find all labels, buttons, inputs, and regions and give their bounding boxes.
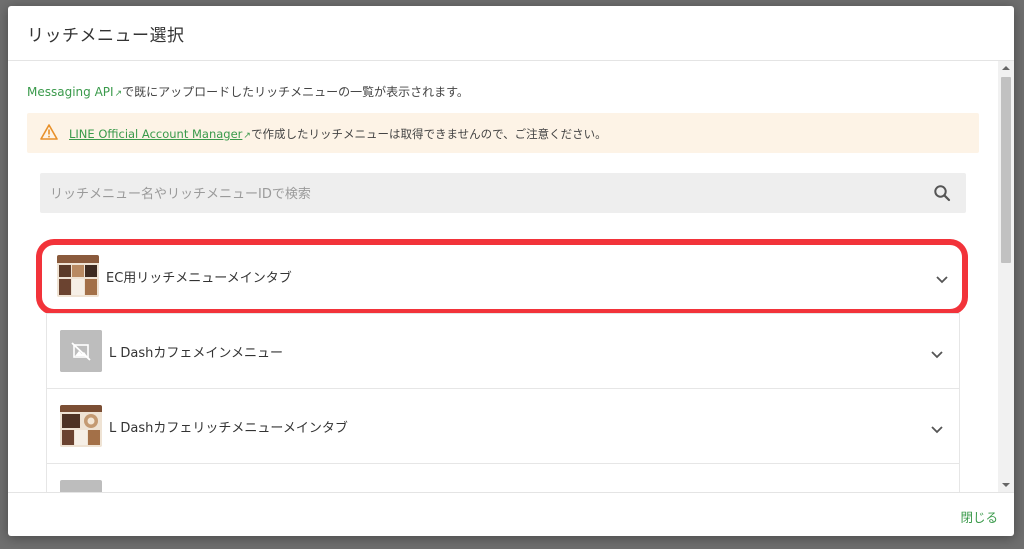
rich-menu-item[interactable]: EC用リッチメニューメインタブ [36, 239, 968, 315]
scrollbar-thumb[interactable] [1001, 77, 1011, 263]
intro-description: で既にアップロードしたリッチメニューの一覧が表示されます。 [122, 85, 469, 99]
rich-menu-item[interactable]: L Dashカフェメインメニュー [46, 313, 960, 389]
dialog-title: リッチメニュー選択 [27, 26, 185, 46]
dialog-header: リッチメニュー選択 [8, 6, 1014, 61]
intro-text: Messaging API↗で既にアップロードしたリッチメニューの一覧が表示され… [27, 83, 469, 100]
rich-menu-label: EC用リッチメニューメインタブ [106, 271, 292, 286]
chevron-down-icon[interactable] [936, 269, 948, 288]
rich-menu-label: L Dashカフェリッチメニューメインタブ [109, 421, 348, 436]
dialog-body: Messaging API↗で既にアップロードしたリッチメニューの一覧が表示され… [8, 61, 998, 492]
rich-menu-thumbnail [60, 405, 102, 447]
warning-banner: LINE Official Account Manager↗で作成したリッチメニ… [27, 113, 979, 153]
search-box [40, 173, 966, 215]
dialog-footer: 閉じる [8, 492, 1014, 536]
warning-icon [40, 124, 58, 144]
rich-menu-select-dialog: リッチメニュー選択 Messaging API↗で既にアップロードしたリッチメニ… [8, 6, 1014, 536]
scroll-down-arrow-icon[interactable] [1002, 483, 1010, 487]
search-input[interactable] [48, 173, 922, 215]
official-account-manager-link[interactable]: LINE Official Account Manager [69, 127, 242, 141]
rich-menu-thumbnail [60, 480, 102, 492]
rich-menu-label: L Dashカフェメインメニュー [109, 346, 283, 361]
external-link-icon: ↗ [243, 131, 251, 141]
chevron-down-icon[interactable] [931, 419, 943, 438]
scrollbar[interactable] [998, 61, 1014, 492]
rich-menu-item[interactable]: L Dashカフェリッチメニューメインタブ [46, 388, 960, 464]
rich-menu-thumbnail [57, 255, 99, 297]
scroll-up-arrow-icon[interactable] [1002, 66, 1010, 70]
rich-menu-item[interactable] [46, 463, 960, 492]
no-image-icon [60, 330, 102, 372]
warning-text: LINE Official Account Manager↗で作成したリッチメニ… [69, 126, 607, 142]
messaging-api-link[interactable]: Messaging API [27, 85, 114, 99]
chevron-down-icon[interactable] [931, 344, 943, 363]
close-button[interactable]: 閉じる [960, 507, 998, 526]
external-link-icon: ↗ [114, 89, 123, 99]
search-icon[interactable] [933, 184, 951, 206]
warning-description: で作成したリッチメニューは取得できませんので、ご注意ください。 [250, 127, 607, 141]
